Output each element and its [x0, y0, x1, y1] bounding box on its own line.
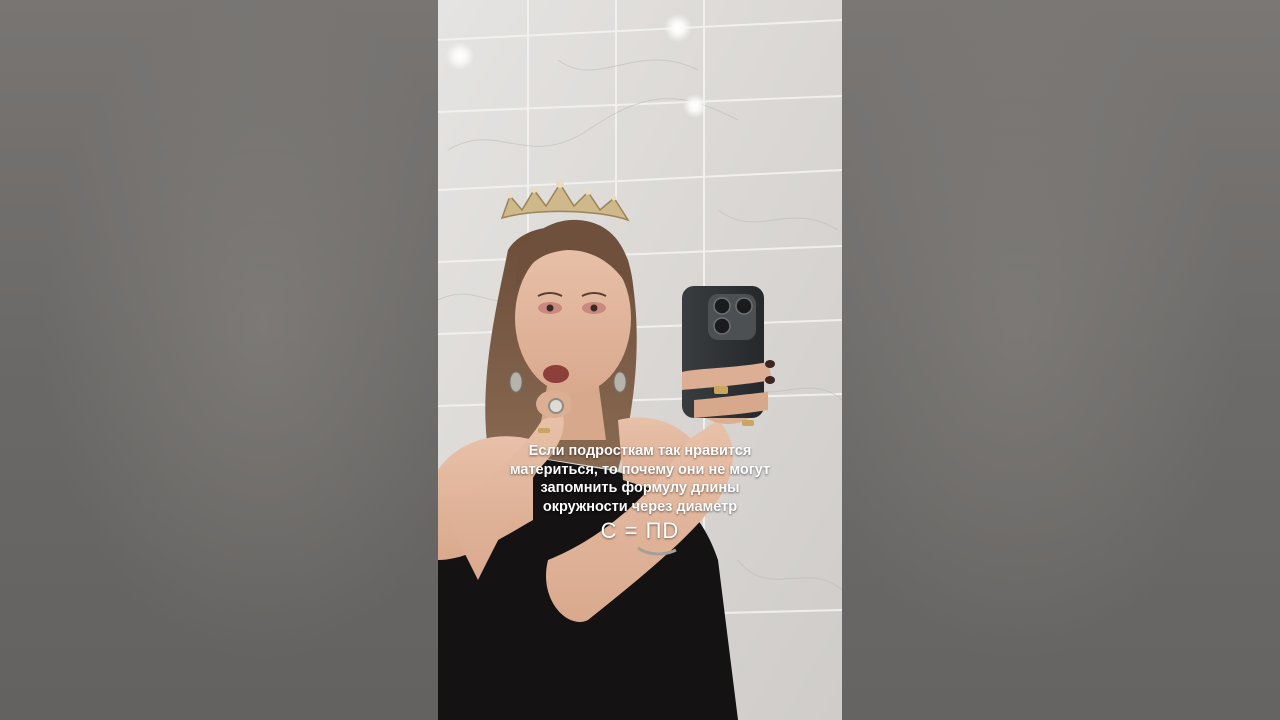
ceiling-light: [446, 42, 474, 70]
ring: [714, 386, 728, 394]
blurred-background-right: [842, 0, 1280, 720]
camera-lens: [713, 317, 731, 335]
earring: [613, 371, 627, 393]
camera-lens: [713, 297, 731, 315]
blurred-background-left: [0, 0, 438, 720]
ring: [538, 428, 550, 433]
ceiling-light: [664, 14, 692, 42]
earring: [509, 371, 523, 393]
nail-polish: [765, 360, 775, 368]
camera-lens: [735, 297, 753, 315]
ceiling-light: [683, 94, 707, 118]
ring: [548, 398, 564, 414]
video-frame[interactable]: Если подросткам так нравится материться,…: [438, 0, 842, 720]
caption-line: запомнить формулу длины: [540, 480, 740, 496]
shorts-player-frame: Если подросткам так нравится материться,…: [0, 0, 1280, 720]
caption-line: окружности через диаметр: [542, 498, 738, 515]
nail-polish: [765, 376, 775, 384]
mouth: [543, 365, 569, 383]
caption-line: Если подросткам так нравится: [528, 443, 752, 459]
ring: [742, 420, 754, 426]
video-caption: Если подросткам так нравится материться,…: [438, 442, 842, 516]
mirror-selfie-scene: [438, 0, 842, 720]
caption-line: материться, то почему они не могут: [509, 461, 771, 478]
eye: [546, 304, 554, 312]
caption-formula: C = ПD: [600, 518, 680, 543]
eye: [590, 304, 598, 312]
